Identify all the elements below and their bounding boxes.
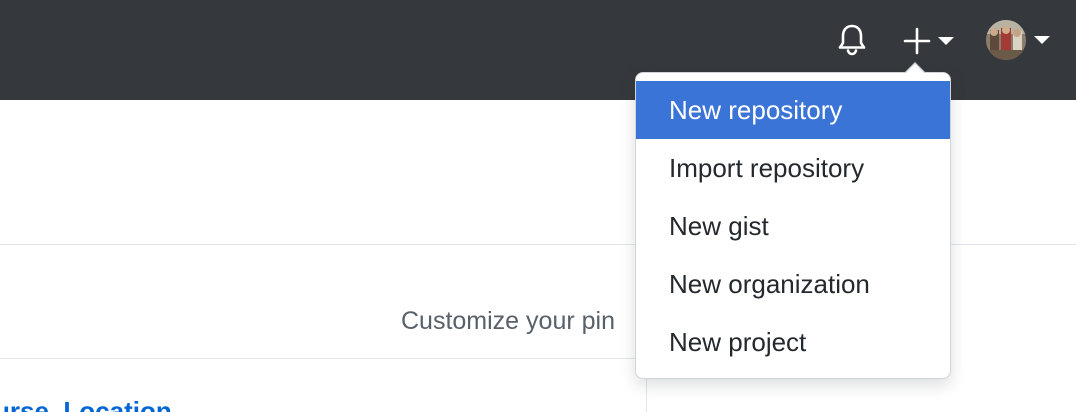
bell-icon [838, 24, 866, 56]
caret-down-icon [938, 37, 954, 45]
page: Customize your pin urse_Location New rep… [0, 0, 1076, 412]
caret-down-icon [1034, 36, 1050, 44]
create-new-button[interactable] [896, 22, 960, 58]
avatar [986, 20, 1026, 60]
notifications-button[interactable] [832, 20, 872, 60]
menu-item-new-gist[interactable]: New gist [636, 197, 950, 255]
menu-item-import-repository[interactable]: Import repository [636, 139, 950, 197]
customize-pins-link[interactable]: Customize your pin [401, 306, 615, 336]
pinned-repo-link[interactable]: urse_Location [0, 396, 172, 412]
user-menu-button[interactable] [982, 18, 1054, 62]
plus-icon [903, 27, 931, 55]
menu-item-new-project[interactable]: New project [636, 313, 950, 371]
create-new-dropdown-menu: New repository Import repository New gis… [635, 62, 951, 379]
menu-item-new-organization[interactable]: New organization [636, 255, 950, 313]
section-divider [0, 358, 646, 359]
menu-item-new-repository[interactable]: New repository [636, 81, 950, 139]
